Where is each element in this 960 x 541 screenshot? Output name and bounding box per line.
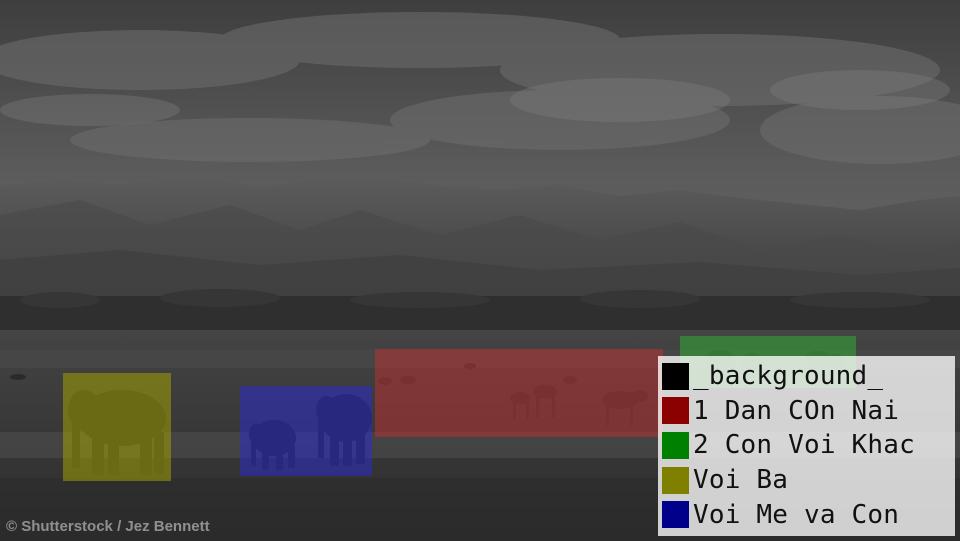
legend-label: 1 Dan COn Nai [693,395,900,426]
legend-swatch [662,466,689,494]
legend-label: Voi Ba [693,465,789,496]
legend-swatch [662,397,689,425]
segmentation-box-dan-con-nai [375,349,663,437]
legend-swatch [662,501,689,529]
legend-swatch [662,362,689,390]
watermark: © Shutterstock / Jez Bennett [6,518,210,535]
legend: _background_ 1 Dan COn Nai 2 Con Voi Kha… [658,356,955,536]
legend-item-voi-ba: Voi Ba [662,463,955,498]
legend-label: _background_ [693,361,884,392]
scene-image: © Shutterstock / Jez Bennett _background… [0,0,960,541]
legend-label: 2 Con Voi Khac [693,430,915,461]
segmentation-box-voi-me-va-con [240,386,372,476]
legend-label: Voi Me va Con [693,499,900,530]
legend-item-dan-con-nai: 1 Dan COn Nai [662,394,955,429]
legend-item-con-voi-khac: 2 Con Voi Khac [662,428,955,463]
legend-item-voi-me-va-con: Voi Me va Con [662,497,955,532]
legend-item-background: _background_ [662,359,955,394]
segmentation-box-voi-ba [63,373,171,481]
legend-swatch [662,431,689,459]
